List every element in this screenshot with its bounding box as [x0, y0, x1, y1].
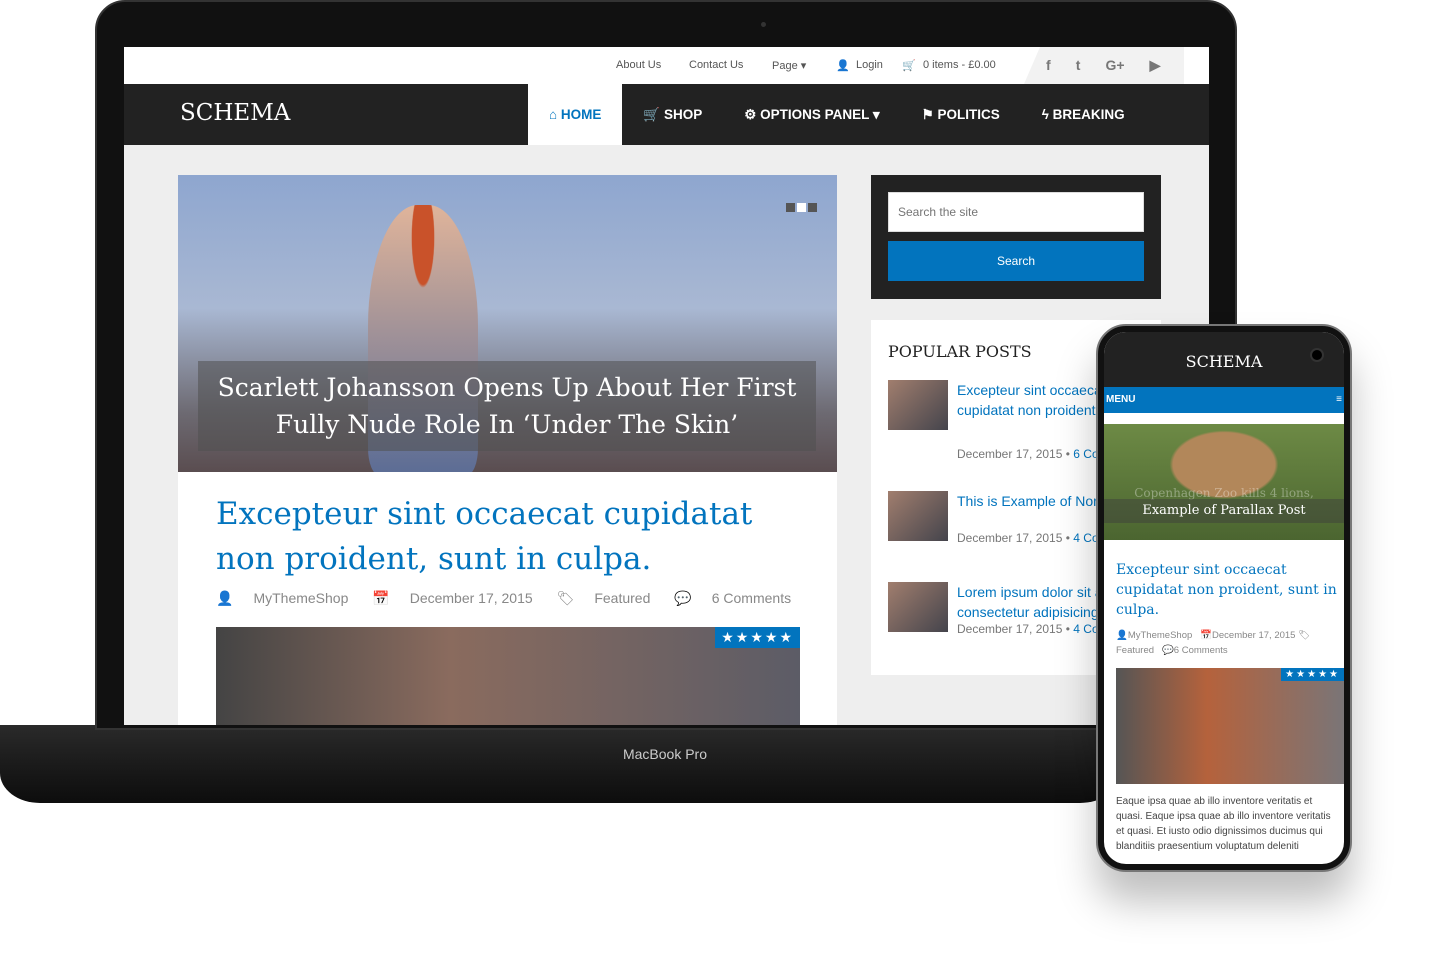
laptop-base: [0, 725, 1120, 803]
rating-stars: ★★★★★: [1281, 668, 1344, 681]
menu-label: MENU: [1106, 394, 1136, 405]
social-links: f t G+ ▶: [1024, 47, 1184, 84]
mobile-post-excerpt: Eaque ipsa quae ab illo inventore verita…: [1116, 796, 1331, 852]
nav-shop[interactable]: 🛒 SHOP: [622, 84, 723, 145]
post-thumbnail[interactable]: [888, 380, 948, 430]
facebook-icon[interactable]: f: [1046, 57, 1051, 73]
slider-dot[interactable]: [797, 203, 806, 212]
slide-caption[interactable]: Scarlett Johansson Opens Up About Her Fi…: [198, 361, 816, 451]
cart-link[interactable]: 0 items - £0.00: [923, 59, 996, 71]
site-logo[interactable]: SCHEMA: [180, 100, 290, 126]
bolt-icon: ϟ: [1041, 107, 1053, 122]
nav-breaking[interactable]: ϟ BREAKING: [1021, 84, 1146, 145]
flag-icon: ⚑: [921, 107, 938, 122]
tag-icon: 🏷: [556, 590, 575, 606]
slider-dot[interactable]: [786, 203, 795, 212]
home-icon: ⌂: [549, 107, 561, 122]
widget-title: POPULAR POSTS: [888, 342, 1032, 361]
youtube-icon[interactable]: ▶: [1150, 57, 1161, 74]
mobile-post-thumbnail[interactable]: ★★★★★: [1116, 668, 1344, 784]
laptop-screen: About Us Contact Us Page ▾ 👤 Login 🛒 0 i…: [124, 47, 1209, 725]
post-thumbnail[interactable]: ★★★★★: [216, 627, 800, 725]
top-bar: About Us Contact Us Page ▾ 👤 Login 🛒 0 i…: [124, 47, 1209, 84]
post-card: Excepteur sint occaecat cupidatat non pr…: [178, 472, 837, 725]
post-comments[interactable]: 6 Comments: [712, 590, 791, 606]
post-meta: 👤 MyThemeShop 📅 December 17, 2015 🏷 Feature…: [216, 590, 811, 607]
post-date: December 17, 2015: [409, 590, 533, 606]
google-plus-icon[interactable]: G+: [1105, 57, 1124, 73]
post-title[interactable]: Excepteur sint occaecat cupidatat non pr…: [216, 492, 816, 582]
link-contact[interactable]: Contact Us: [689, 59, 743, 71]
calendar-icon: 📅: [372, 590, 390, 606]
nav-politics[interactable]: ⚑ POLITICS: [901, 84, 1021, 145]
cart-icon: 🛒: [902, 60, 916, 72]
nav-label: HOME: [560, 107, 602, 122]
cart-icon: 🛒: [643, 107, 664, 122]
post-author[interactable]: MyThemeShop: [253, 590, 348, 606]
nav-label: OPTIONS PANEL ▾: [760, 107, 880, 122]
main-nav: SCHEMA ⌂ HOME 🛒 SHOP ⚙ OPTIONS PANEL ▾ ⚑…: [124, 84, 1209, 145]
mobile-post-title[interactable]: Excepteur sint occaecat cupidatat non pr…: [1116, 560, 1341, 620]
link-page[interactable]: Page ▾: [772, 59, 806, 72]
post-thumbnail[interactable]: [888, 491, 948, 541]
mobile-slide-caption-behind: Copenhagen Zoo kills 4 lions,: [1134, 486, 1314, 500]
search-widget: Search: [871, 175, 1161, 299]
hamburger-icon[interactable]: ≡: [1336, 387, 1342, 413]
cogs-icon: ⚙: [744, 107, 761, 122]
login-link[interactable]: Login: [856, 59, 883, 71]
rating-stars: ★★★★★: [715, 627, 800, 648]
phone-screen: SCHEMA MENU ≡ Copenhagen Zoo kills 4 lion…: [1104, 332, 1344, 864]
nav-label: BREAKING: [1052, 107, 1125, 122]
post-category[interactable]: Featured: [594, 590, 650, 606]
user-icon: 👤: [836, 60, 850, 72]
post-thumbnail[interactable]: [888, 582, 948, 632]
search-input[interactable]: [888, 192, 1144, 232]
phone-camera: [1310, 348, 1324, 362]
phone-device: SCHEMA MENU ≡ Copenhagen Zoo kills 4 lion…: [1096, 324, 1352, 872]
mobile-logo[interactable]: SCHEMA: [1104, 332, 1344, 387]
webcam: [761, 22, 766, 27]
nav-label: POLITICS: [937, 107, 1000, 122]
search-button[interactable]: Search: [888, 241, 1144, 281]
mobile-menu-bar[interactable]: MENU ≡: [1104, 387, 1344, 413]
featured-slider[interactable]: Scarlett Johansson Opens Up About Her Fi…: [178, 175, 837, 475]
mobile-slider[interactable]: Copenhagen Zoo kills 4 lions, Example of…: [1104, 424, 1344, 540]
twitter-icon[interactable]: t: [1076, 57, 1081, 73]
slider-dot[interactable]: [808, 203, 817, 212]
nav-label: SHOP: [663, 107, 703, 122]
link-about[interactable]: About Us: [616, 59, 661, 71]
nav-options-panel[interactable]: ⚙ OPTIONS PANEL ▾: [723, 84, 900, 145]
comments-icon: 💬: [674, 590, 692, 606]
mobile-slide-caption[interactable]: Example of Parallax Post: [1104, 499, 1344, 523]
nav-home[interactable]: ⌂ HOME: [528, 84, 623, 145]
author-icon: 👤: [216, 590, 234, 606]
slider-dots: [786, 203, 817, 212]
mobile-post-meta: 👤MyThemeShop 📅December 17, 2015 🏷 Featur…: [1116, 630, 1311, 656]
